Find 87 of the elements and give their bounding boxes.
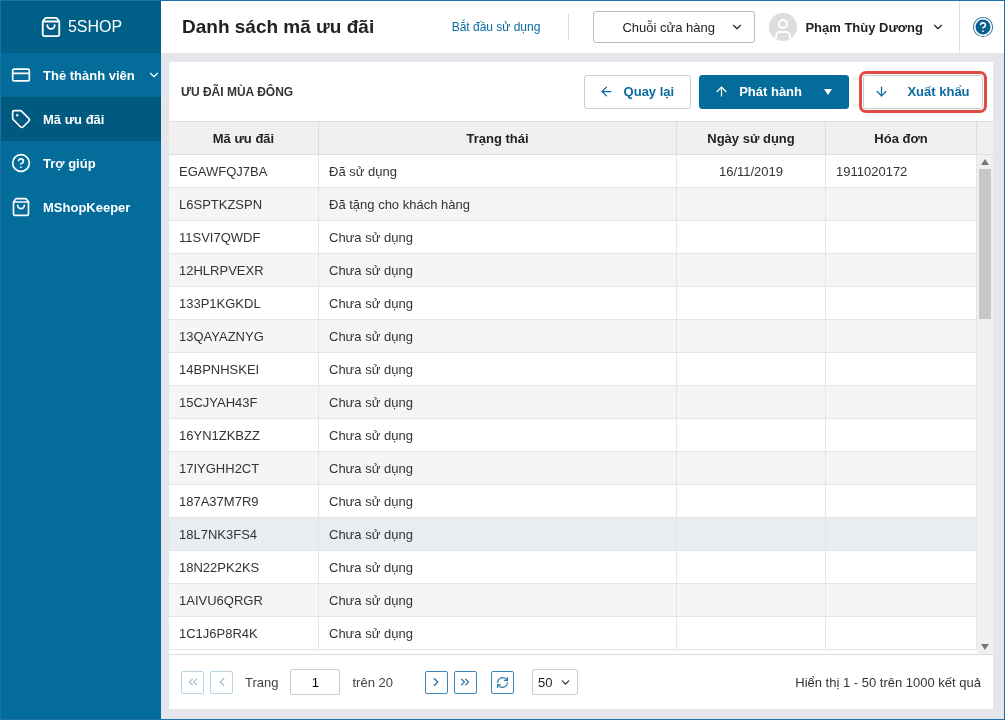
table-row[interactable]: 12HLRPVEXR Chưa sử dụng — [169, 254, 977, 287]
table-cell: Chưa sử dụng — [319, 485, 677, 517]
table-cell: Chưa sử dụng — [319, 452, 677, 484]
page-input[interactable]: 1 — [290, 669, 341, 695]
sidebar-item[interactable]: Mã ưu đãi — [1, 97, 161, 141]
table-row[interactable]: 11SVI7QWDF Chưa sử dụng — [169, 221, 977, 254]
table-row[interactable]: L6SPTKZSPN Đã tặng cho khách hàng — [169, 188, 977, 221]
table-cell: EGAWFQJ7BA — [169, 155, 319, 187]
table-cell: Chưa sử dụng — [319, 386, 677, 418]
table-cell: 17IYGHH2CT — [169, 452, 319, 484]
table-cell: Chưa sử dụng — [319, 584, 677, 616]
sidebar-item[interactable]: Thẻ thành viên — [1, 53, 161, 97]
caret-icon[interactable] — [824, 88, 832, 95]
table-row[interactable]: 15CJYAH43F Chưa sử dụng — [169, 386, 977, 419]
table-cell: Chưa sử dụng — [319, 518, 677, 550]
table-cell: 18L7NK3FS4 — [169, 518, 319, 550]
issue-button[interactable]: Phát hành — [699, 74, 849, 109]
scroll-up-icon[interactable] — [981, 159, 989, 165]
start-link[interactable]: Bắt đầu sử dụng — [451, 14, 570, 40]
table-cell: 18N22PK2KS — [169, 551, 319, 583]
table-cell: 187A37M7R9 — [169, 485, 319, 517]
table-row[interactable]: 16YN1ZKBZZ Chưa sử dụng — [169, 419, 977, 452]
table-cell: Chưa sử dụng — [319, 221, 677, 253]
column-header: Hóa đơn — [826, 122, 977, 154]
sidebar-item-label: Trợ giúp — [43, 155, 97, 171]
table-row[interactable]: 133P1KGKDL Chưa sử dụng — [169, 287, 977, 320]
table-cell: Đã tặng cho khách hàng — [319, 188, 677, 220]
table-cell: Chưa sử dụng — [319, 254, 677, 286]
table-cell: Chưa sử dụng — [319, 617, 677, 649]
table-cell: 12HLRPVEXR — [169, 254, 319, 286]
refresh-icon — [495, 675, 509, 689]
card-icon — [11, 65, 31, 85]
table-row[interactable]: 187A37M7R9 Chưa sử dụng — [169, 485, 977, 518]
brand-name: 5SHOP — [67, 18, 123, 36]
table-cell: 13QAYAZNYG — [169, 320, 319, 352]
refresh-button[interactable] — [490, 670, 514, 694]
page-count: trên 20 — [352, 674, 393, 690]
table-row[interactable]: EGAWFQJ7BA Đã sử dụng 16/11/2019 1911020172 — [169, 155, 977, 188]
sidebar-item[interactable]: Trợ giúp — [1, 141, 161, 185]
store-select[interactable]: Chuỗi cửa hàng — [593, 11, 756, 43]
column-header: Trạng thái — [319, 122, 677, 154]
sidebar-item[interactable]: MShopKeeper — [1, 185, 161, 229]
table-row[interactable]: 1C1J6P8R4K Chưa sử dụng — [169, 617, 977, 650]
arrow-down-icon — [874, 84, 890, 99]
help-icon — [11, 153, 31, 173]
table-cell: 1AIVU6QRGR — [169, 584, 319, 616]
page-label: Trang — [245, 674, 279, 690]
table-cell: Chưa sử dụng — [319, 419, 677, 451]
column-header: Ngày sử dụng — [677, 122, 826, 154]
table-cell: 16YN1ZKBZZ — [169, 419, 319, 451]
table-row[interactable]: 18L7NK3FS4 Chưa sử dụng — [169, 518, 977, 551]
table-cell: 16/11/2019 — [677, 155, 826, 187]
table-cell: Chưa sử dụng — [319, 287, 677, 319]
page-title: Danh sách mã ưu đãi — [182, 16, 376, 38]
table-cell: Chưa sử dụng — [319, 353, 677, 385]
table-row[interactable]: 18N22PK2KS Chưa sử dụng — [169, 551, 977, 584]
column-header: Mã ưu đãi — [169, 122, 319, 154]
next-page-button[interactable] — [424, 670, 448, 694]
help-icon[interactable] — [972, 17, 993, 37]
table-row[interactable]: 17IYGHH2CT Chưa sử dụng — [169, 452, 977, 485]
result-summary: Hiển thị 1 - 50 trên 1000 kết quả — [795, 674, 981, 690]
scrollbar-thumb[interactable] — [979, 169, 991, 319]
user-name[interactable]: Phạm Thùy Dương — [805, 19, 923, 35]
sidebar-item-label: MShopKeeper — [43, 199, 132, 215]
table-cell: 14BPNHSKEI — [169, 353, 319, 385]
scrollbar[interactable] — [977, 155, 993, 654]
table-cell: 11SVI7QWDF — [169, 221, 319, 253]
table-cell: Chưa sử dụng — [319, 320, 677, 352]
table-cell: L6SPTKZSPN — [169, 188, 319, 220]
table-cell: 133P1KGKDL — [169, 287, 319, 319]
table-row[interactable]: 13QAYAZNYG Chưa sử dụng — [169, 320, 977, 353]
bag-icon — [11, 197, 31, 217]
table-row[interactable]: 14BPNHSKEI Chưa sử dụng — [169, 353, 977, 386]
table-cell: Đã sử dụng — [319, 155, 677, 187]
panel-title: ƯU ĐÃI MÙA ĐÔNG — [181, 84, 295, 99]
table-cell: 15CJYAH43F — [169, 386, 319, 418]
table-cell: 1C1J6P8R4K — [169, 617, 319, 649]
table-cell: Chưa sử dụng — [319, 551, 677, 583]
last-page-button[interactable] — [453, 670, 477, 694]
table-row[interactable]: 1AIVU6QRGR Chưa sử dụng — [169, 584, 977, 617]
bag-logo-icon — [39, 16, 62, 38]
sidebar-item-label: Thẻ thành viên — [43, 67, 135, 83]
back-button[interactable]: Quay lại — [583, 74, 692, 109]
sidebar-item-label: Mã ưu đãi — [43, 111, 106, 127]
scroll-down-icon[interactable] — [981, 644, 989, 650]
tag-icon — [11, 109, 31, 129]
page-size-select[interactable]: 50 — [531, 669, 578, 695]
